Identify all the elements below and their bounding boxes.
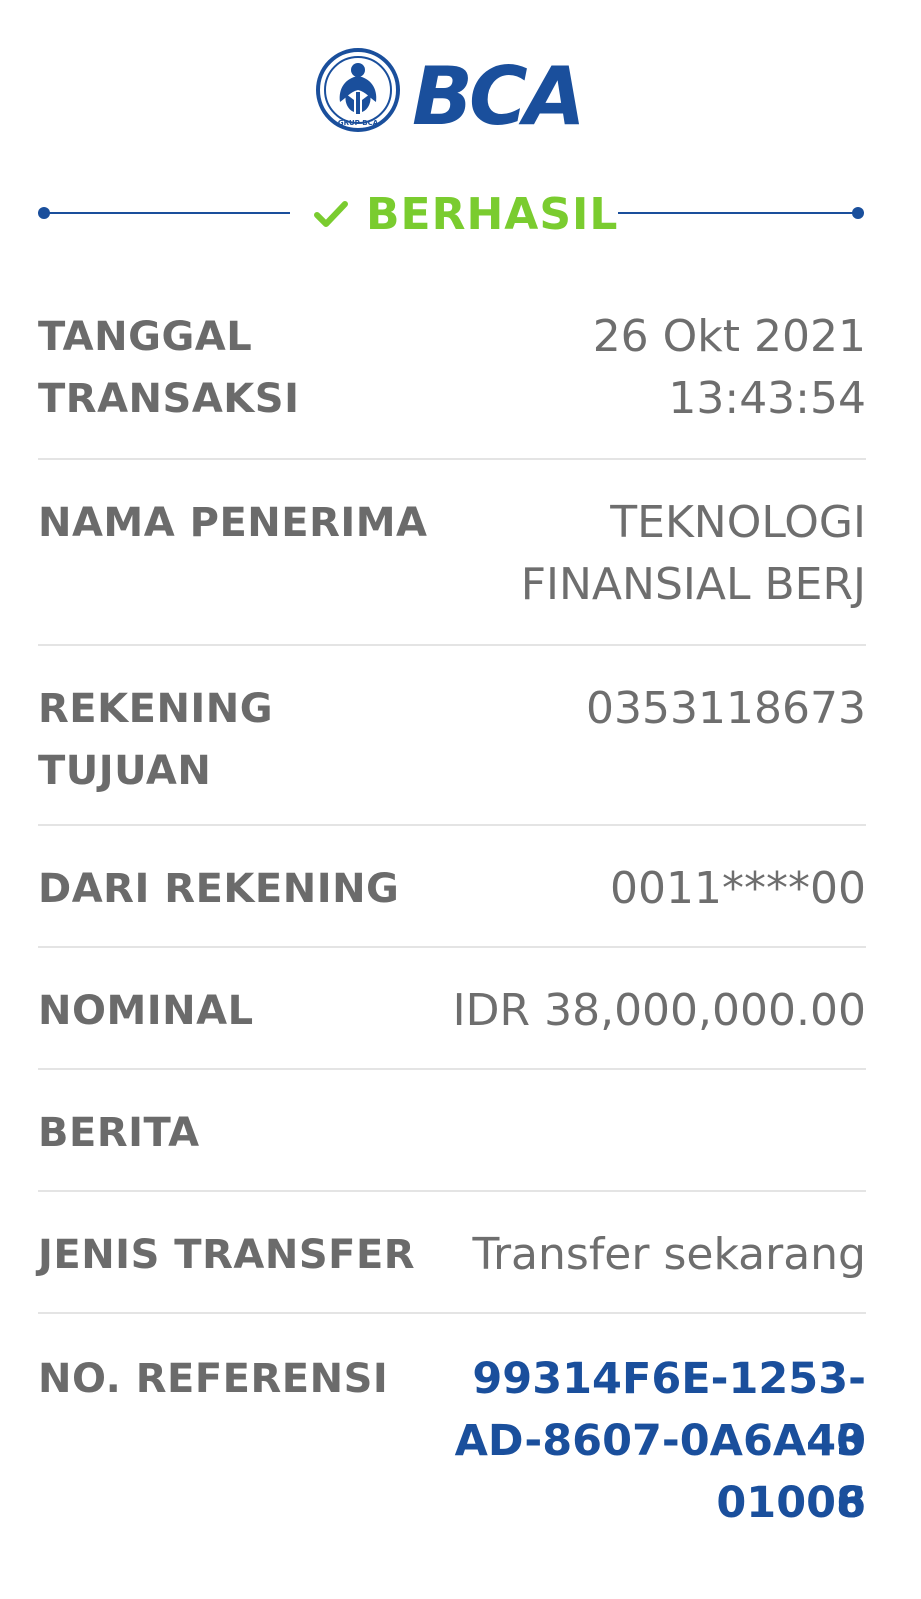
detail-row-berita: BERITA: [38, 1102, 866, 1182]
penerima-line2-value: FINANSIAL BERJ: [520, 559, 866, 610]
nominal-value: IDR 38,000,000.00: [452, 985, 866, 1036]
divider: [38, 946, 866, 948]
status-line-right: [618, 212, 858, 214]
tanggal-date-value: 26 Okt 2021: [592, 311, 866, 362]
penerima-line1-value: TEKNOLOGI: [610, 497, 866, 548]
detail-row-dari-rekening: DARI REKENING 0011****00: [38, 858, 866, 938]
referensi-line3-value[interactable]: 01008: [446, 1472, 866, 1534]
bca-wordmark: BCA: [412, 50, 582, 136]
bca-logo: GRUP BCA BCA: [316, 48, 588, 136]
detail-row-nominal: NOMINAL IDR 38,000,000.00: [38, 980, 866, 1060]
divider: [38, 824, 866, 826]
svg-text:GRUP BCA: GRUP BCA: [338, 119, 379, 127]
detail-row-penerima: NAMA PENERIMA TEKNOLOGI FINANSIAL BERJ: [38, 492, 866, 632]
berita-label: BERITA: [38, 1110, 200, 1156]
status-badge: BERHASIL: [314, 188, 619, 240]
jenis-transfer-label: JENIS TRANSFER: [38, 1232, 416, 1278]
referensi-label: NO. REFERENSI: [38, 1356, 389, 1402]
detail-row-referensi: NO. REFERENSI 99314F6E-1253-40 AD-8607-0…: [38, 1348, 866, 1548]
divider: [38, 644, 866, 646]
status-dot-right: [852, 207, 864, 219]
rekening-tujuan-value: 0353118673: [586, 683, 866, 734]
tanggal-label: TANGGAL TRANSAKSI: [38, 314, 300, 422]
divider: [38, 1068, 866, 1070]
detail-row-tanggal: TANGGAL TRANSAKSI 26 Okt 2021 13:43:54: [38, 306, 866, 446]
dari-rekening-value: 0011****00: [610, 863, 866, 914]
divider: [38, 1190, 866, 1192]
status-label: BERHASIL: [366, 188, 619, 240]
detail-row-jenis-transfer: JENIS TRANSFER Transfer sekarang: [38, 1224, 866, 1304]
rekening-tujuan-label: REKENING TUJUAN: [38, 686, 274, 794]
status-banner: BERHASIL: [38, 188, 866, 240]
check-icon: [314, 201, 348, 227]
detail-row-rekening-tujuan: REKENING TUJUAN 0353118673: [38, 678, 866, 818]
dari-rekening-label: DARI REKENING: [38, 866, 400, 912]
tanggal-time-value: 13:43:54: [668, 373, 866, 424]
nominal-label: NOMINAL: [38, 988, 254, 1034]
bca-emblem-icon: GRUP BCA: [316, 48, 400, 132]
penerima-label: NAMA PENERIMA: [38, 500, 428, 546]
status-line-left: [44, 212, 290, 214]
divider: [38, 1312, 866, 1314]
jenis-transfer-value: Transfer sekarang: [472, 1229, 866, 1280]
divider: [38, 458, 866, 460]
